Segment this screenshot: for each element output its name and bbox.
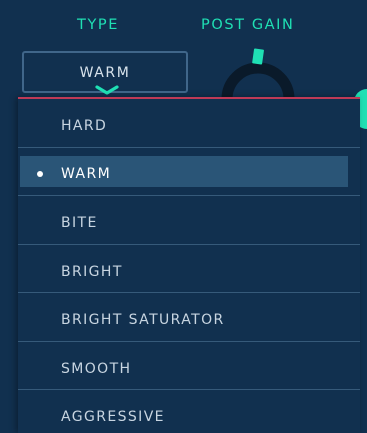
menu-item-bite[interactable]: BITE	[18, 196, 360, 245]
menu-item-aggressive[interactable]: AGGRESSIVE	[18, 390, 360, 433]
selected-bullet-icon	[37, 170, 43, 177]
knob-pointer-icon	[252, 48, 264, 65]
menu-item-label: BRIGHT	[61, 263, 123, 280]
chevron-down-icon	[95, 85, 119, 95]
menu-item-label: SMOOTH	[61, 360, 132, 377]
menu-item-bright-saturator[interactable]: BRIGHT SATURATOR	[18, 293, 360, 342]
type-select-dropdown[interactable]: WARM	[22, 51, 188, 95]
menu-item-hard[interactable]: HARD	[18, 99, 360, 148]
menu-item-bright[interactable]: BRIGHT	[18, 245, 360, 293]
type-select-value: WARM	[79, 65, 131, 81]
post-gain-label: POST GAIN	[201, 17, 295, 33]
menu-item-label: AGGRESSIVE	[61, 409, 165, 425]
menu-item-label: BRIGHT SATURATOR	[61, 312, 225, 328]
saturator-plugin-panel: TYPE POST GAIN WARM HARD WARM BITE BRIGH…	[0, 0, 367, 433]
menu-item-smooth[interactable]: SMOOTH	[18, 342, 360, 390]
menu-item-warm[interactable]: WARM	[18, 147, 360, 196]
type-dropdown-menu: HARD WARM BITE BRIGHT BRIGHT SATURATOR S…	[18, 97, 360, 433]
menu-item-label: WARM	[61, 165, 112, 182]
menu-item-label: BITE	[61, 215, 98, 231]
menu-item-label: HARD	[61, 118, 108, 134]
type-label: TYPE	[77, 17, 120, 33]
